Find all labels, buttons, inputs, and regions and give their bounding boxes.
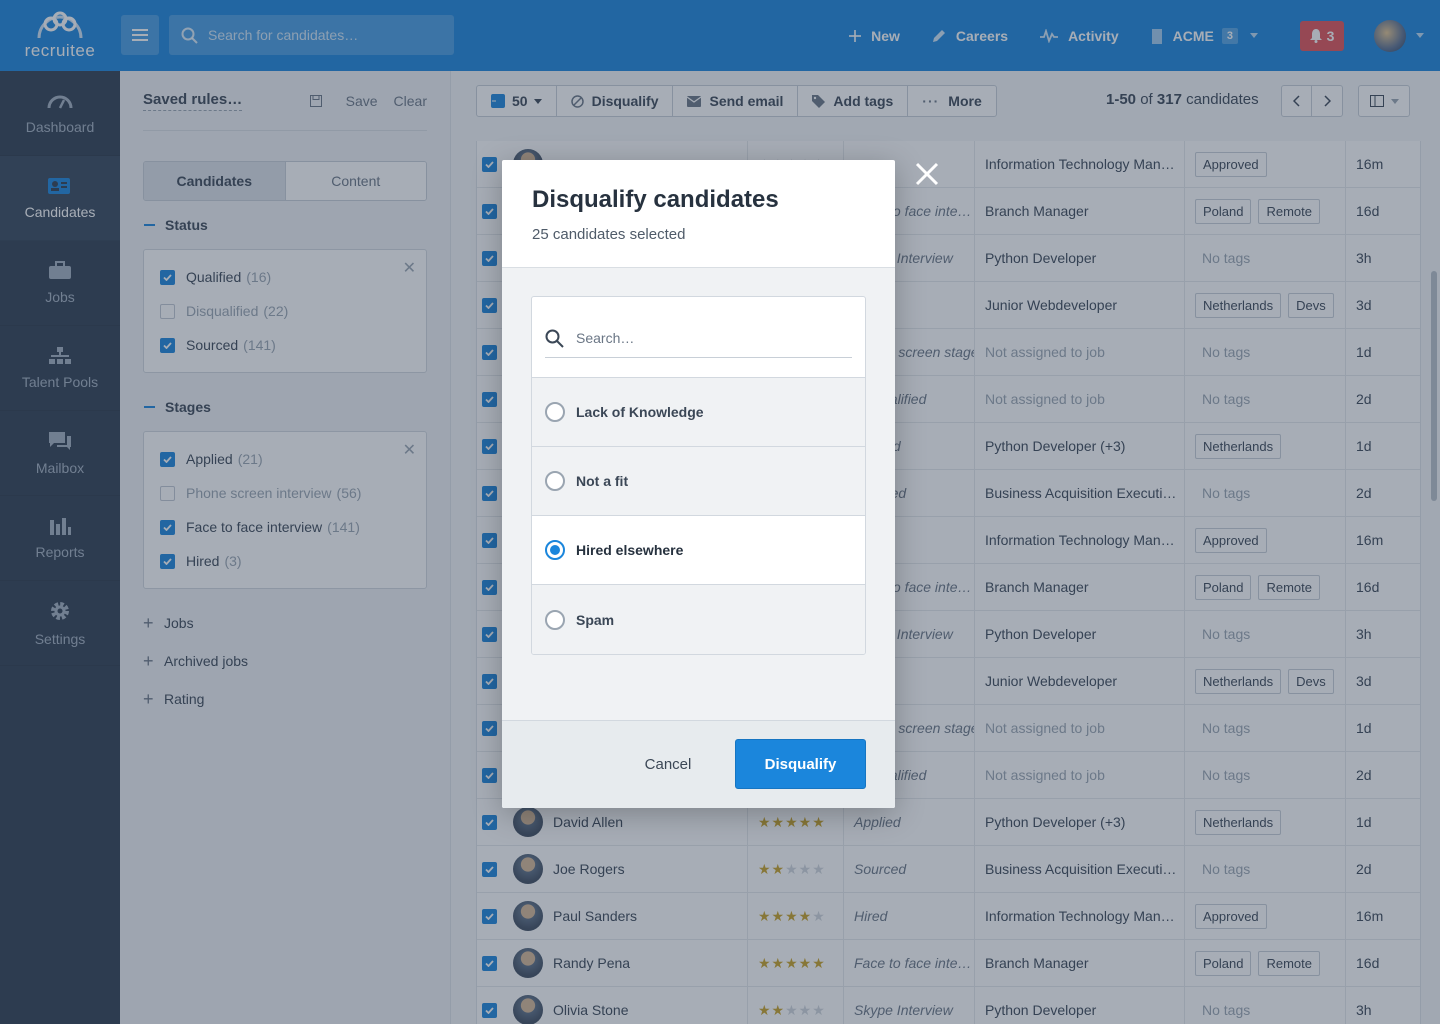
radio-unselected[interactable] [545,609,565,630]
modal-title: Disqualify candidates [532,186,779,213]
reason-option-label: Spam [576,611,615,628]
radio-unselected[interactable] [545,471,565,491]
reason-option[interactable]: Lack of Knowledge [532,378,865,447]
disqualify-modal: Disqualify candidates 25 candidates sele… [502,160,895,808]
search-icon [545,329,564,348]
reason-option[interactable]: Spam [532,585,865,654]
cancel-button[interactable]: Cancel [632,739,704,789]
radio-selected[interactable] [545,540,565,560]
reason-option[interactable]: Hired elsewhere [532,516,865,585]
reason-option-label: Lack of Knowledge [576,404,704,420]
close-icon[interactable] [913,160,941,188]
reason-search-input[interactable] [576,330,816,346]
reason-option-label: Not a fit [576,473,629,489]
radio-unselected[interactable] [545,402,565,422]
reason-list: Lack of Knowledge Not a fit Hired elsewher… [531,296,866,655]
disqualify-button[interactable]: Disqualify [735,739,866,789]
modal-subtitle: 25 candidates selected [532,226,686,243]
reason-option-label: Hired elsewhere [576,542,684,558]
reason-option[interactable]: Not a fit [532,447,865,516]
